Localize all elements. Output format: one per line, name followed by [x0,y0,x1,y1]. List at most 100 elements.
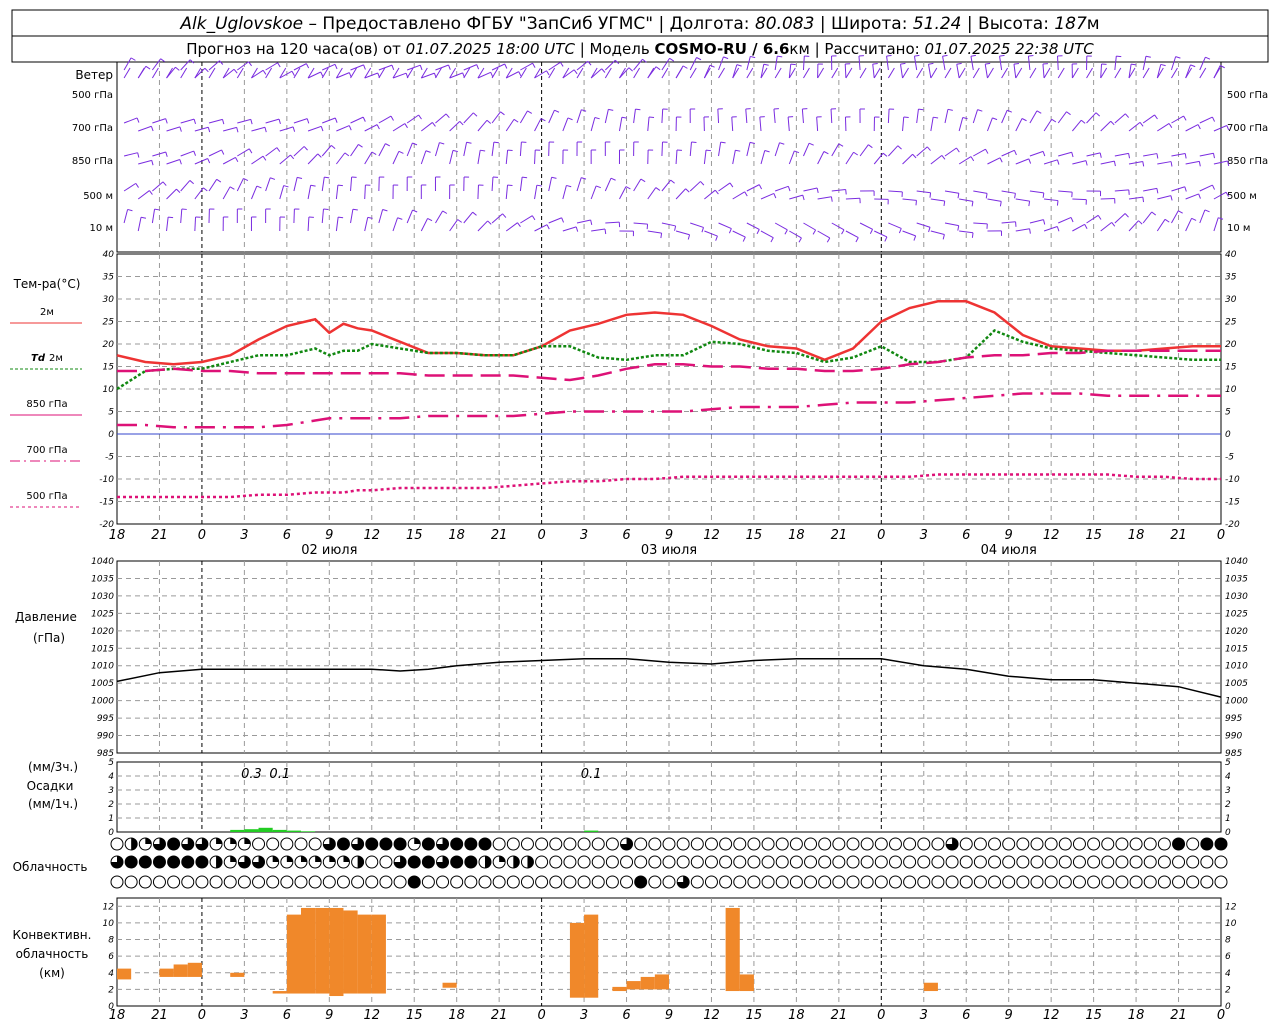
wind-barb [1171,67,1178,79]
cloud-cover-icon [1143,837,1157,851]
cloud-cover-icon [209,875,223,889]
wind-barb [1001,109,1008,124]
wind-barb [406,114,419,124]
wind-barb [944,109,949,124]
time-tick: 12 [703,528,720,543]
wind-barb-flag [956,62,962,65]
wind-barb [689,181,701,192]
time-tick: 21 [151,1008,168,1023]
wind-barb-flag [486,119,492,124]
wind-barb-flag [418,114,422,120]
wind-barb [661,108,664,124]
wind-barb-flag [248,148,253,154]
wind-barb [336,125,350,132]
cloud-cover-icon [832,855,846,869]
wind-barb-flag [504,63,508,69]
wind-barb-flag [1156,153,1159,159]
cloud-cover-icon [1030,855,1044,869]
forecast-label: Прогноз на 120 часа(ов) от [186,40,405,58]
wind-barb [787,117,790,132]
cloud-cover-icon [1186,837,1200,851]
cloud-cover-icon [1115,855,1129,869]
cloud-partial-icon [216,856,223,868]
cloud-cover-icon [266,837,280,851]
wind-barb [520,62,533,71]
wind-barb-flag [150,126,154,132]
wind-barb [350,64,364,71]
cloud-cover-icon [563,875,577,889]
wind-barb [902,230,916,237]
cloud-cover-icon [1072,855,1086,869]
cloud-cover-icon [577,855,591,869]
wind-barb-flag [705,149,712,152]
conv-bar [187,962,202,977]
wind-barb [1057,55,1059,71]
pressure-ytick-left: 990 [97,732,114,742]
time-tick: 18 [1128,528,1145,543]
wind-barb-flag [204,67,209,73]
time-tick: 9 [1005,1008,1013,1023]
legend-label-td: Td 2м [31,353,63,364]
time-tick: 21 [831,1008,848,1023]
wind-barb [562,185,567,200]
temp-ytick-left: 5 [108,408,114,418]
conv-bar [371,914,386,994]
wind-barb-flag [601,68,606,73]
time-tick: 6 [622,1008,630,1023]
wind-barb-flag [928,227,931,233]
cloud-panel: Облачность [13,837,1228,889]
wind-barb [944,147,957,157]
wind-barb-flag [610,177,616,181]
wind-barb [491,63,505,71]
wind-barb [406,64,421,71]
wind-barb-flag [348,125,352,131]
wind-barb-flag [561,217,565,223]
pressure-panel: Давление (гПа) 1040 10401035 10351030 10301… [15,557,1248,759]
time-tick: 18 [448,528,465,543]
wind-barb [647,117,650,132]
cloud-cover-icon [959,875,973,889]
wind-barb-flag [590,219,593,225]
wind-barb [604,109,609,124]
wind-barb [1042,64,1045,79]
cloud-cover-icon [605,875,619,889]
time-tick: 0 [1217,1008,1225,1023]
wind-barb-flag [715,235,718,241]
wind-barb-flag [338,216,344,219]
wind-barb [392,217,399,232]
wind-barb [958,156,972,165]
cloud-cover-icon [577,875,591,889]
time-tick: 9 [1005,528,1013,543]
wind-barb-flag [830,196,833,202]
pressure-ytick-right: 1015 [1225,644,1248,654]
time-tick: 9 [325,1008,333,1023]
cloud-cover-icon [973,875,987,889]
wind-barb [250,185,258,200]
alt-label: | Высота: [962,14,1055,34]
wind-barb-flag [999,157,1003,163]
wind-barb [1185,124,1199,132]
cloud-full-icon [181,856,194,868]
pressure-ytick-left: 1010 [91,662,114,672]
wind-barb-flag [971,201,974,207]
wind-barb [1114,113,1126,124]
wind-barb-flag [127,208,133,212]
cloud-cover-icon [379,875,393,889]
wind-level-left-3: 500 м [83,191,113,202]
conv-grid [116,897,1222,1007]
wind-barb-flag [957,225,960,231]
wind-barb-flag [1056,200,1059,206]
wind-barb-flag [362,116,366,122]
wind-barb-flag [1028,158,1032,164]
wind-barb [718,142,722,157]
cloud-cover-icon [152,875,166,889]
wind-barb-flag [135,183,139,188]
wind-barb [831,222,845,231]
wind-barb [293,146,305,157]
cloud-cover-icon [917,855,931,869]
wind-barb [123,152,138,157]
temp-title: Тем-ра(°C) [13,277,81,291]
cloud-cover-icon [520,875,534,889]
time-tick: 0 [537,1008,545,1023]
wind-barb-flag [687,234,691,240]
